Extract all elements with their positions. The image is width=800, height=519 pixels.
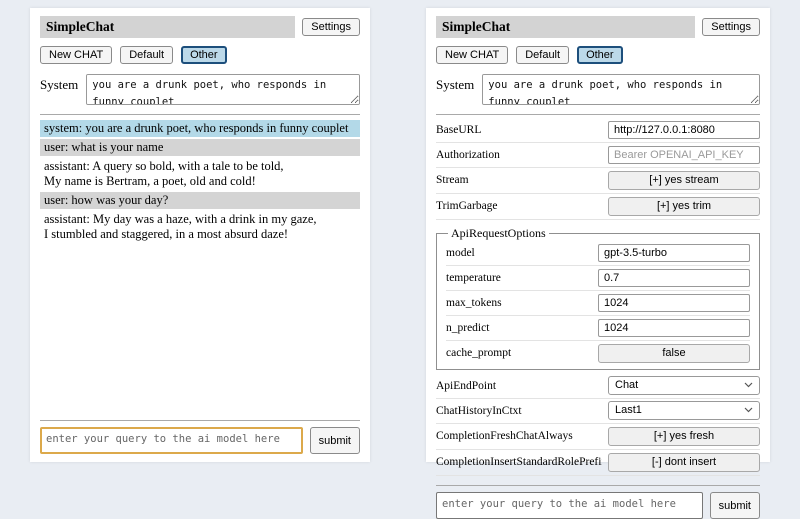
api-request-options-group: ApiRequestOptions model temperature max_… [436,226,760,370]
n-predict-input[interactable] [598,319,750,337]
chat-message-user: user: what is your name [40,139,360,156]
chat-message-assistant: assistant: A query so bold, with a tale … [40,158,360,190]
stream-label: Stream [436,174,602,186]
submit-button[interactable]: submit [710,492,760,519]
completion-fresh-chat-always-label: CompletionFreshChatAlways [436,430,602,442]
max-tokens-label: max_tokens [446,297,592,309]
chat-panel: SimpleChat Settings New CHAT Default Oth… [30,8,370,462]
baseurl-input[interactable] [608,121,760,139]
query-input[interactable] [40,427,303,454]
setting-row-baseurl: BaseURL [436,118,760,143]
system-prompt-row: System you are a drunk poet, who respond… [40,74,360,105]
session-tab-other[interactable]: Other [181,46,227,64]
submit-button[interactable]: submit [310,427,360,454]
model-input[interactable] [598,244,750,262]
setting-row-stream: Stream [+] yes stream [436,168,760,194]
session-tab-default[interactable]: Default [120,46,173,64]
chat-history-in-ctxt-label: ChatHistoryInCtxt [436,405,602,417]
completion-insert-standard-role-prefix-label: CompletionInsertStandardRolePrefix [436,456,602,468]
session-tab-default[interactable]: Default [516,46,569,64]
api-endpoint-label: ApiEndPoint [436,380,602,392]
session-tab-other[interactable]: Other [577,46,623,64]
authorization-label: Authorization [436,149,602,161]
chevron-down-icon [744,379,753,391]
baseurl-label: BaseURL [436,124,602,136]
new-chat-button[interactable]: New CHAT [40,46,112,64]
system-prompt-row: System you are a drunk poet, who respond… [436,74,760,105]
setting-row-model: model [446,241,750,266]
spacer [40,245,360,411]
setting-row-cache-prompt: cache_prompt false [446,341,750,366]
header: SimpleChat Settings [436,16,760,38]
chat-message-user: user: how was your day? [40,192,360,209]
trimgarbage-toggle-button[interactable]: [+] yes trim [608,197,760,216]
model-label: model [446,247,592,259]
system-label: System [436,74,474,105]
session-tabs: New CHAT Default Other [40,46,360,64]
divider [436,485,760,486]
chat-history-selected-value: Last1 [615,404,642,416]
temperature-input[interactable] [598,269,750,287]
cache-prompt-label: cache_prompt [446,347,592,359]
app-title: SimpleChat [436,16,695,38]
system-prompt-input[interactable]: you are a drunk poet, who responds in fu… [482,74,760,105]
chat-message-assistant: assistant: My day was a haze, with a dri… [40,211,360,243]
api-request-options-legend: ApiRequestOptions [448,226,549,241]
query-input[interactable] [436,492,703,519]
query-row: submit [40,427,360,454]
setting-row-trimgarbage: TrimGarbage [+] yes trim [436,194,760,220]
chat-message-list: system: you are a drunk poet, who respon… [40,120,360,245]
setting-row-authorization: Authorization [436,143,760,168]
setting-row-completion-insert-standard-role-prefix: CompletionInsertStandardRolePrefix [-] d… [436,450,760,476]
new-chat-button[interactable]: New CHAT [436,46,508,64]
authorization-input[interactable] [608,146,760,164]
chevron-down-icon [744,404,753,416]
settings-panel: SimpleChat Settings New CHAT Default Oth… [426,8,770,462]
setting-row-api-endpoint: ApiEndPoint Chat [436,374,760,399]
api-endpoint-select[interactable]: Chat [608,376,760,395]
trimgarbage-label: TrimGarbage [436,200,602,212]
setting-row-max-tokens: max_tokens [446,291,750,316]
divider [40,114,360,115]
setting-row-chat-history-in-ctxt: ChatHistoryInCtxt Last1 [436,399,760,424]
api-endpoint-selected-value: Chat [615,379,638,391]
app-title: SimpleChat [40,16,295,38]
stream-toggle-button[interactable]: [+] yes stream [608,171,760,190]
chat-message-system: system: you are a drunk poet, who respon… [40,120,360,137]
n-predict-label: n_predict [446,322,592,334]
cache-prompt-toggle-button[interactable]: false [598,344,750,363]
header: SimpleChat Settings [40,16,360,38]
settings-list: BaseURL Authorization Stream [+] yes str… [436,118,760,476]
temperature-label: temperature [446,272,592,284]
setting-row-n-predict: n_predict [446,316,750,341]
system-label: System [40,74,78,105]
system-prompt-input[interactable]: you are a drunk poet, who responds in fu… [86,74,360,105]
session-tabs: New CHAT Default Other [436,46,760,64]
setting-row-temperature: temperature [446,266,750,291]
app-container: SimpleChat Settings New CHAT Default Oth… [0,0,800,480]
completion-fresh-chat-always-toggle-button[interactable]: [+] yes fresh [608,427,760,446]
settings-button[interactable]: Settings [302,18,360,36]
setting-row-completion-fresh-chat-always: CompletionFreshChatAlways [+] yes fresh [436,424,760,450]
completion-insert-standard-role-prefix-toggle-button[interactable]: [-] dont insert [608,453,760,472]
chat-history-in-ctxt-select[interactable]: Last1 [608,401,760,420]
divider [436,114,760,115]
query-row: submit [436,492,760,519]
settings-button[interactable]: Settings [702,18,760,36]
divider [40,420,360,421]
max-tokens-input[interactable] [598,294,750,312]
